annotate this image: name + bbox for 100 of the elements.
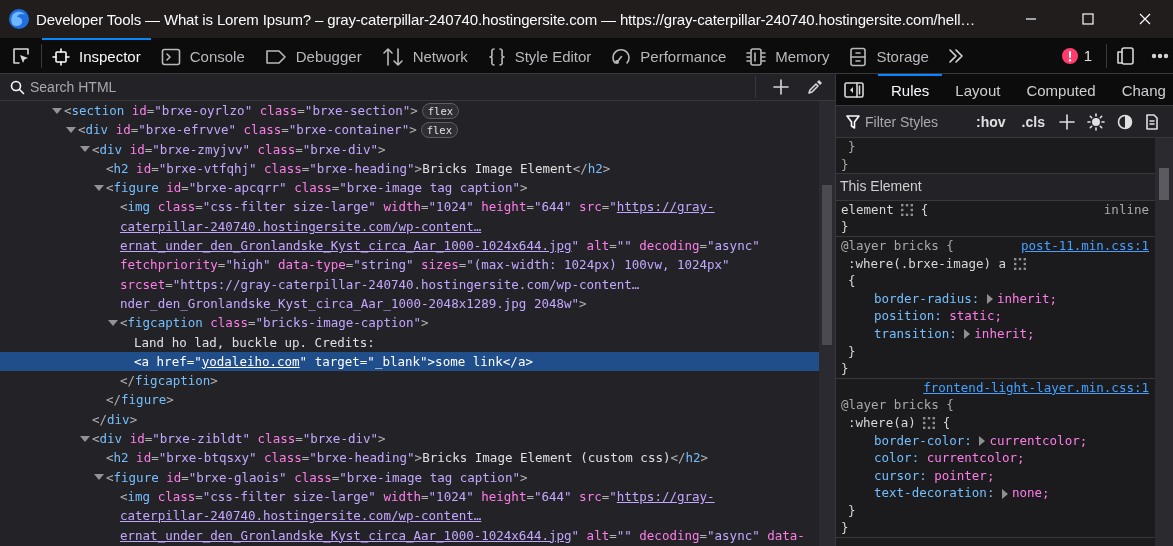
expand-triangle-icon[interactable] [986, 294, 993, 305]
tool-tab[interactable]: Storage [839, 37, 939, 74]
property-value: static; [949, 308, 1002, 324]
rule-selector: element [841, 201, 894, 217]
tree-row[interactable]: <div id="brxe-efrvve" class="brxe-container"> flex [0, 120, 819, 140]
triangle-icon[interactable] [94, 182, 104, 193]
property-value: currentcolor; [926, 450, 1025, 466]
property-name: border-color: [874, 432, 972, 448]
markup-line: <figcaption class="bricks-image-caption"> [120, 314, 429, 333]
url-link[interactable]: caterpillar-240740.hostingersite.com/wp-content… [120, 508, 482, 524]
markup-line: <figure id="brxe-apcqrr" class="brxe-image tag caption"> [106, 179, 528, 198]
error-count[interactable]: 1 [1083, 47, 1092, 64]
url-link[interactable]: ernat_under_den_Gronlandske_Kyst_circa_Aar_1000-1024x644.jpg [120, 238, 572, 254]
closing-brace: } [841, 156, 849, 172]
markup-line: <figure id="brxe-glaois" class="brxe-image tag caption"> [106, 468, 528, 487]
tree-row[interactable]: <section id="brxe-oyrlzo" class="brxe-section"> flex [0, 101, 819, 121]
url-link[interactable]: yodaleiho.com [201, 353, 300, 369]
sidebar-toggle-icon[interactable] [844, 81, 864, 98]
search-field[interactable]: Search HTML [30, 79, 750, 95]
markup-line: <a href="yodaleiho.com" target="_blank">some link</a> [134, 352, 533, 371]
tool-tab[interactable]: Console [150, 37, 255, 74]
grid-icon[interactable] [901, 204, 914, 217]
double-chevron-icon[interactable] [946, 46, 965, 65]
document-icon[interactable] [1144, 113, 1159, 130]
pseudo-toggle-button[interactable]: :hov [974, 113, 1008, 130]
tool-tab[interactable]: Style Editor [477, 37, 602, 74]
url-link[interactable]: caterpillar-240740.hostingersite.com/wp-content… [120, 218, 482, 234]
source-link[interactable]: post-11.min.css:1 [1021, 236, 1149, 255]
grid-icon[interactable] [1013, 258, 1026, 271]
filter-field[interactable]: Filter Styles [865, 113, 965, 130]
flex-badge[interactable]: flex [420, 121, 458, 138]
expand-triangle-icon[interactable] [964, 329, 971, 340]
tree-row[interactable]: Land ho lad, buckle up. Credits: [0, 332, 819, 352]
url-link[interactable]: https://gray- [616, 199, 715, 215]
tree-row[interactable]: <figcaption class="bricks-image-caption"> [0, 313, 819, 333]
tool-tab[interactable]: Debugger [254, 37, 372, 74]
url-link[interactable]: https://gray- [616, 488, 715, 504]
closing-brace: } [841, 361, 849, 377]
opening-brace: { [920, 201, 929, 217]
grid-icon[interactable] [923, 417, 936, 430]
maximize-icon[interactable] [1082, 13, 1094, 25]
browser-logo-icon [8, 8, 30, 30]
triangle-icon[interactable] [80, 433, 90, 444]
url-link[interactable]: ernat_under_den_Gronlandske_Kyst_circa_Aar_1000-1024x644.jpg [120, 527, 572, 543]
arrows-icon [381, 46, 404, 67]
flex-badge[interactable]: flex [421, 102, 460, 119]
sidebar-tab[interactable]: Computed [1013, 73, 1109, 106]
sidebar-tab[interactable]: Chang [1108, 73, 1173, 106]
scrollbar[interactable] [1155, 138, 1173, 546]
eyedropper-icon[interactable] [807, 79, 823, 95]
plus-icon[interactable] [1058, 113, 1075, 130]
markup-line: </figure> [106, 391, 174, 410]
markup-line: ernat_under_den_Gronlandske_Kyst_circa_Aar_1000-1024x644.jpg" alt="" decoding="async" [120, 237, 760, 256]
scrollbar[interactable] [819, 101, 835, 546]
layer-rule: @layer bricks { [841, 397, 954, 413]
triangle-icon[interactable] [66, 124, 76, 135]
markup-line: </div> [92, 410, 138, 429]
source-link[interactable]: frontend-light-layer.min.css:1 [923, 378, 1149, 397]
devices-icon[interactable] [1115, 45, 1135, 66]
closing-brace: } [848, 139, 856, 154]
menu-icon[interactable] [1151, 52, 1169, 59]
pseudo-toggle-button[interactable]: .cls [1019, 113, 1047, 130]
expand-triangle-icon[interactable] [979, 436, 986, 446]
frame-icon [52, 47, 70, 66]
tree-row[interactable]: <h2 id="brxe-vtfqhj" class="brxe-heading">Bricks Image Element</h2> [0, 158, 819, 179]
tree-row[interactable]: <figure id="brxe-glaois" class="brxe-image tag caption"> [0, 467, 819, 487]
sun-icon[interactable] [1086, 112, 1105, 131]
triangle-icon[interactable] [52, 105, 62, 116]
opening-brace: { [942, 414, 951, 430]
tree-row[interactable]: <img class="css-filter size-large" width="1024" height="644" src="https://gray- [0, 197, 819, 217]
half-circle-icon[interactable] [1116, 113, 1133, 130]
tree-row[interactable]: <img class="css-filter size-large" width="1024" height="644" src="https://gray- [0, 486, 819, 507]
close-icon[interactable] [1139, 13, 1151, 25]
tree-row[interactable]: <div id="brxe-zmyjvv" class="brxe-div"> [0, 139, 819, 159]
search-icon [10, 79, 25, 95]
tool-tab[interactable]: Performance [601, 37, 737, 74]
closing-brace: } [848, 343, 856, 359]
markup-line: <section id="brxe-oyrlzo" class="brxe-section"> [64, 102, 418, 120]
tree-row[interactable]: <h2 id="brxe-btqsxy" class="brxe-heading">Bricks Image Element (custom css)</h2> [0, 448, 819, 468]
tree-row[interactable]: <a href="yodaleiho.com" target="_blank">some link</a> [0, 351, 819, 372]
tool-tab[interactable]: Network [371, 37, 478, 74]
property-value: pointer; [934, 467, 995, 483]
tool-tab[interactable]: Memory [736, 37, 840, 74]
opening-brace: { [848, 273, 856, 289]
plus-icon[interactable] [773, 79, 789, 95]
closing-brace: } [848, 502, 856, 518]
markup-line: <h2 id="brxe-btqsxy" class="brxe-heading">Bricks Image Element (custom css)</h2> [106, 449, 709, 468]
error-icon[interactable] [1061, 47, 1078, 64]
tree-row[interactable]: <figure id="brxe-apcqrr" class="brxe-image tag caption"> [0, 178, 819, 198]
cursor-icon[interactable] [11, 45, 31, 66]
closing-brace: } [841, 219, 849, 235]
property-value: currentcolor; [989, 432, 1088, 448]
triangle-icon[interactable] [108, 317, 118, 328]
tree-row[interactable]: <div id="brxe-zibldt" class="brxe-div"> [0, 429, 819, 449]
tag-icon [264, 47, 287, 66]
expand-triangle-icon[interactable] [1001, 488, 1008, 499]
window-title: Developer Tools — What is Lorem Ipsum? – gray-caterpillar-240740.hostingersite.com — https://gray-caterpillar-240740.hostingersite.com/hell… [36, 10, 977, 28]
sidebar-tab[interactable]: Layout [942, 73, 1014, 106]
closing-brace: } [841, 520, 849, 536]
markup-line: nder_den_Gronlandske_Kyst_circa_Aar_1000-2048x1289.jpg 2048w"> [120, 294, 587, 313]
